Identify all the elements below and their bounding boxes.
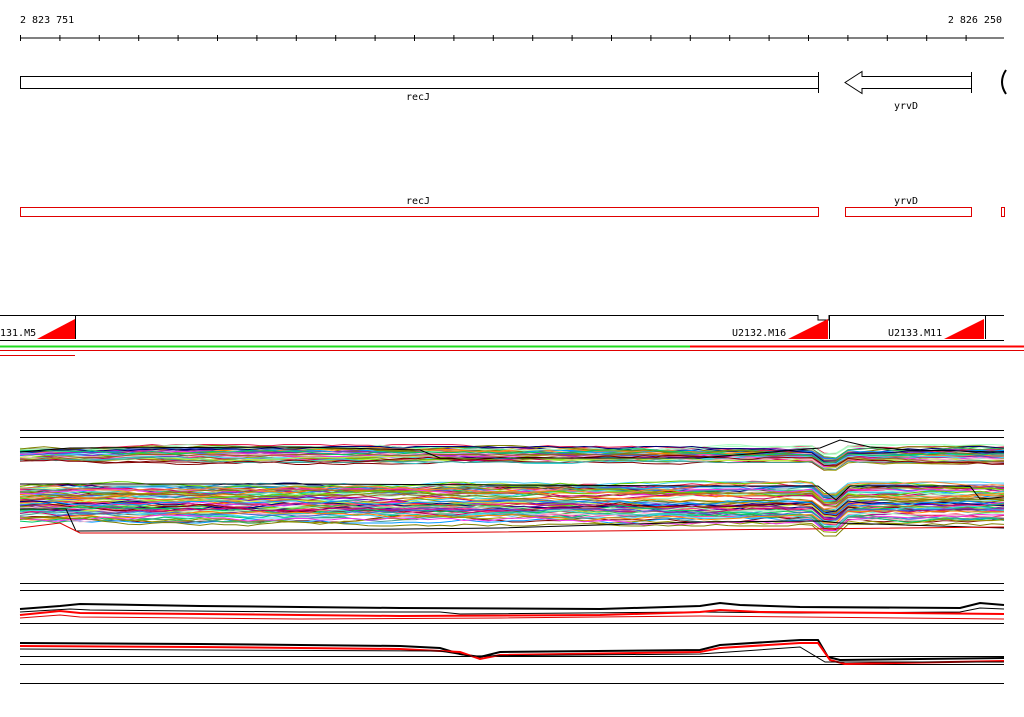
segment-track: 131.M5 U2132.M16 U2133.M11 <box>0 315 1024 356</box>
expression-panel-2 <box>19 583 1005 684</box>
expression-panel-1 <box>19 430 1005 537</box>
gene-next-partial <box>1001 69 1007 95</box>
annot-next-partial <box>1001 207 1005 217</box>
gene-yrvD-label: yrvD <box>894 101 918 112</box>
segment-3-wedge <box>944 319 984 339</box>
browser-canvas: 2 823 751 2 826 250 recJ yrvD recJ yrvD … <box>0 15 1024 684</box>
coordinate-ruler: 2 823 751 2 826 250 <box>20 15 1004 41</box>
gene-recJ-label: recJ <box>406 92 430 103</box>
segment-1-wedge <box>37 319 75 339</box>
segment-1-label[interactable]: 131.M5 <box>0 328 36 339</box>
annot-yrvD-box[interactable] <box>845 207 972 217</box>
annot-yrvD-label: yrvD <box>894 196 918 207</box>
annotation-track: recJ yrvD <box>20 196 1005 217</box>
segment-top-line <box>0 315 1004 321</box>
segment-2-wedge <box>788 319 828 339</box>
panel1-profiles <box>19 439 1005 537</box>
profile-line <box>19 642 1005 666</box>
gene-track: recJ yrvD <box>20 69 1007 112</box>
segment-2-label[interactable]: U2132.M16 <box>732 328 786 339</box>
gene-yrvD-arrow[interactable] <box>844 70 972 95</box>
genome-browser: 2 823 751 2 826 250 recJ yrvD recJ yrvD … <box>0 0 1024 714</box>
panel2-profiles <box>19 601 1005 666</box>
ruler-end-label: 2 826 250 <box>948 15 1002 26</box>
annot-recJ-label: recJ <box>406 196 430 207</box>
gene-recJ-box[interactable] <box>20 76 819 89</box>
ruler-start-label: 2 823 751 <box>20 15 74 26</box>
segment-3-label[interactable]: U2133.M11 <box>888 328 942 339</box>
profile-line <box>19 601 1005 611</box>
annot-recJ-box[interactable] <box>20 207 819 217</box>
